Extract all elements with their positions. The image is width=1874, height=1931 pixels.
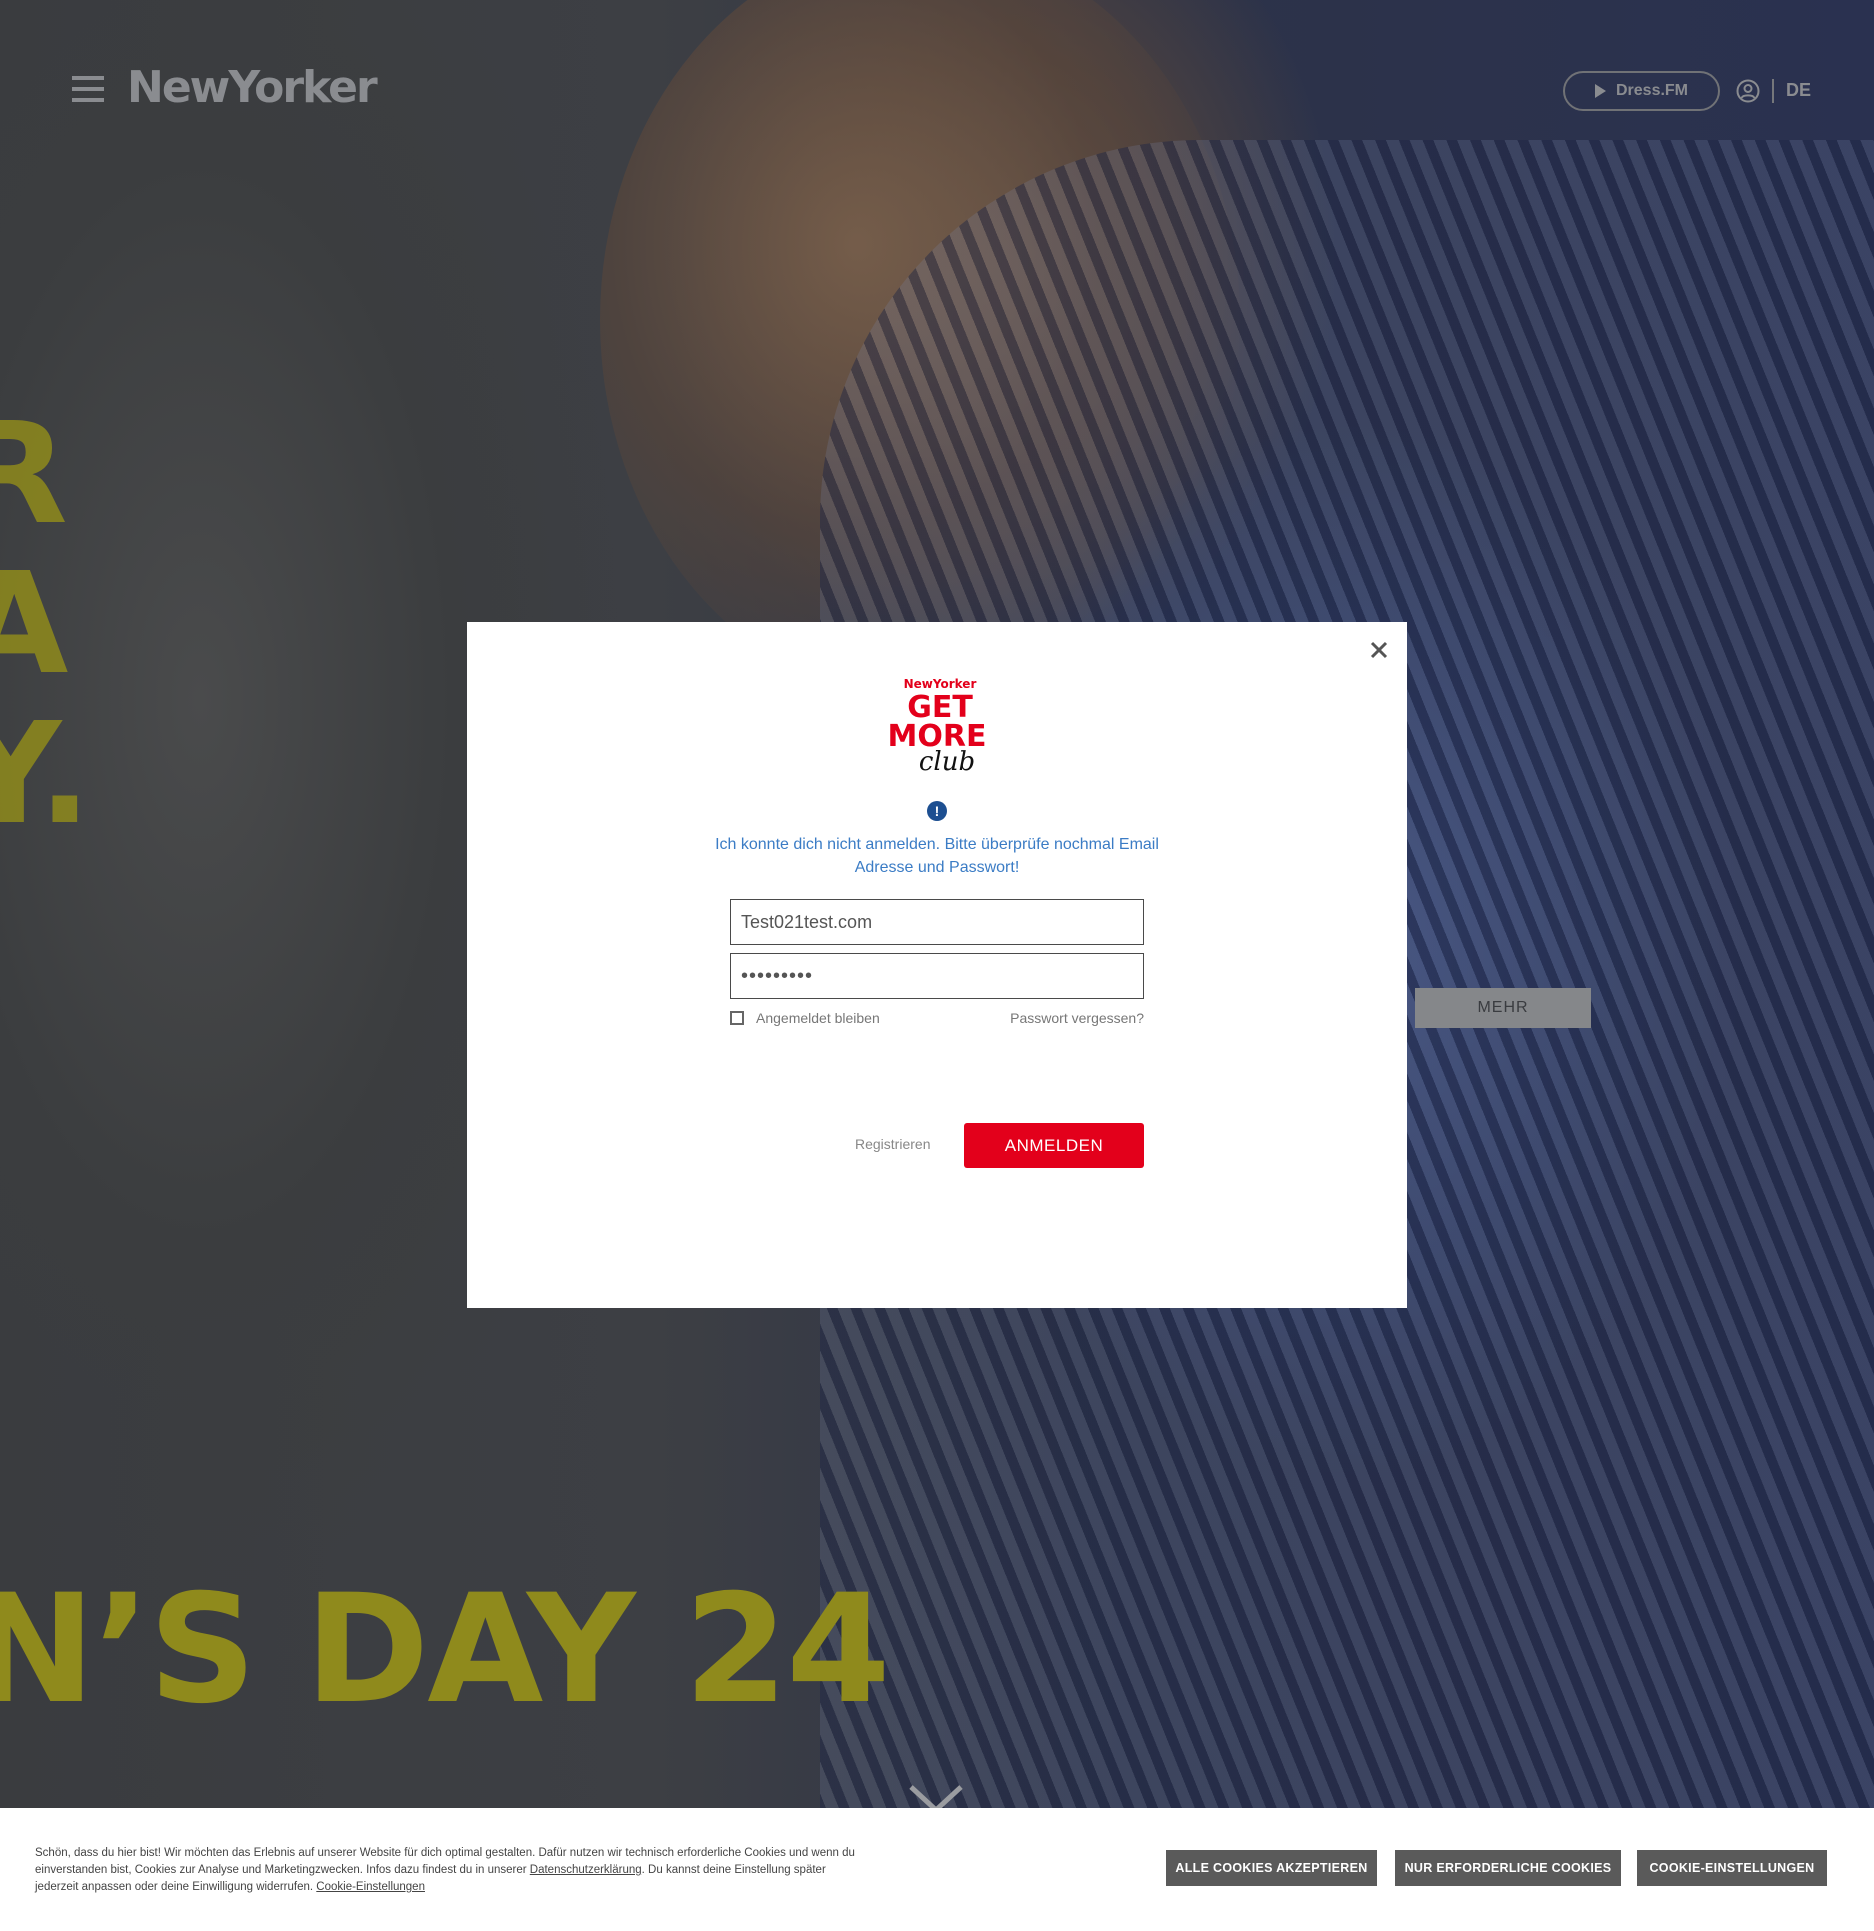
user-account-icon[interactable] [1736,79,1760,103]
required-cookies-button[interactable]: NUR ERFORDERLICHE COOKIES [1395,1850,1621,1886]
cookie-banner-text: Schön, dass du hier bist! Wir möchten da… [35,1845,860,1896]
language-selector[interactable]: DE [1786,80,1811,101]
login-button[interactable]: ANMELDEN [964,1123,1144,1168]
club-logo-club: club [919,747,975,777]
club-logo-brand: NewYorker [904,677,977,691]
login-error-message: Ich konnte dich nicht anmelden. Bitte üb… [715,836,1159,876]
close-icon[interactable] [1369,640,1389,660]
accept-all-cookies-button[interactable]: ALLE COOKIES AKZEPTIEREN [1166,1850,1377,1886]
remember-me[interactable]: Angemeldet bleiben [730,1010,880,1026]
forgot-password-link[interactable]: Passwort vergessen? [1010,1010,1144,1026]
header-divider [1772,79,1774,103]
play-icon [1594,84,1606,98]
register-link[interactable]: Registrieren [855,1136,930,1152]
hero-side-text: RAY. [0,393,92,856]
email-field[interactable] [730,899,1144,945]
cookie-settings-link[interactable]: Cookie-Einstellungen [316,1881,425,1893]
hamburger-menu-icon[interactable] [72,76,104,106]
password-field[interactable] [730,953,1144,999]
dressfm-radio-button[interactable]: Dress.FM [1563,71,1720,111]
login-modal: NewYorker GET MORE club ! Ich konnte dic… [467,622,1407,1308]
hero-headline: N’S DAY 24 [0,1563,891,1737]
newyorker-logo[interactable]: NewYorker [127,62,378,113]
remember-me-label: Angemeldet bleiben [756,1010,880,1026]
cookie-banner: Schön, dass du hier bist! Wir möchten da… [0,1808,1874,1931]
get-more-club-logo: NewYorker GET MORE club [888,677,987,777]
error-info-icon: ! [927,801,947,821]
cookie-settings-button[interactable]: COOKIE-EINSTELLUNGEN [1637,1850,1827,1886]
dressfm-label: Dress.FM [1615,82,1689,99]
hero-more-button[interactable]: MEHR [1415,988,1591,1028]
privacy-policy-link[interactable]: Datenschutzerklärung [530,1864,642,1876]
chevron-down-icon[interactable] [908,1784,964,1808]
remember-me-checkbox[interactable] [730,1011,744,1025]
